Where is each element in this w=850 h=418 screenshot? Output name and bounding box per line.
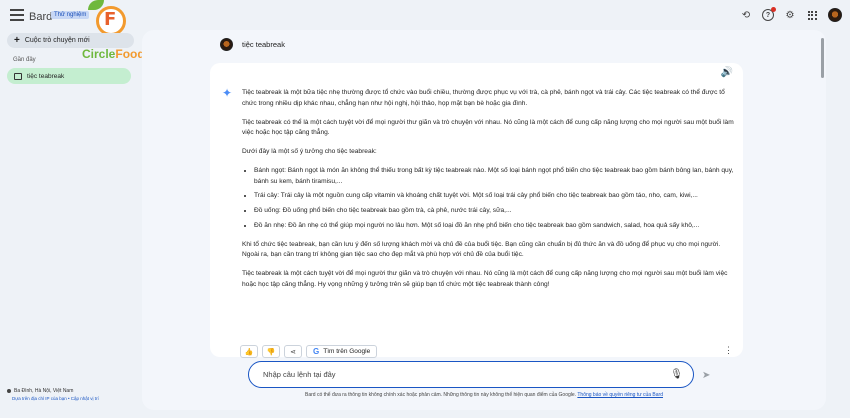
response-paragraph: Tiệc teabreak là một cách tuyệt vời để m… (242, 270, 728, 288)
settings-icon[interactable]: ⚙ (784, 9, 796, 21)
location: Ba Đình, Hà Nội, Việt Nam (7, 388, 73, 394)
location-update-link[interactable]: Dựa trên địa chỉ IP của bạn • Cập nhật v… (12, 396, 99, 401)
avatar[interactable] (828, 8, 842, 22)
sidebar-item-label: tiệc teabreak (27, 72, 65, 80)
google-icon: G (313, 347, 320, 356)
brand-name: Bard (29, 11, 53, 23)
prompt-input-box[interactable]: 🎙 (248, 361, 694, 388)
disclaimer-text: Bard có thể đưa ra thông tin không chính… (305, 392, 577, 398)
response-actions: 👍 👎 ⋖ G Tìm trên Google (240, 345, 378, 358)
prompt-input[interactable] (263, 370, 663, 379)
logo-letter: F (104, 9, 117, 30)
privacy-link[interactable]: Thông báo về quyền riêng tư của Bard (577, 392, 663, 398)
location-text: Ba Đình, Hà Nội, Việt Nam (14, 388, 74, 394)
response-paragraph: Tiệc teabreak là một bữa tiệc nhẹ thường… (242, 89, 725, 107)
sidebar: + Cuộc trò chuyện mới Gần đây tiệc teabr… (0, 32, 140, 418)
share-icon[interactable]: ⋖ (284, 345, 302, 358)
plus-icon: + (14, 35, 20, 46)
scrollbar[interactable] (821, 38, 824, 78)
notification-dot (771, 7, 776, 12)
user-avatar (220, 38, 233, 51)
disclaimer: Bard có thể đưa ra thông tin không chính… (142, 392, 826, 398)
google-search-button[interactable]: G Tìm trên Google (306, 345, 378, 358)
main-panel: tiệc teabreak 🔊 ✦ Tiệc teabreak là một b… (142, 30, 826, 410)
thumbs-up-icon[interactable]: 👍 (240, 345, 258, 358)
google-search-label: Tìm trên Google (323, 348, 371, 355)
query-text: tiệc teabreak (242, 40, 285, 49)
response-paragraph: Dưới đây là một số ý tưởng cho tiệc teab… (242, 148, 377, 156)
list-item: Đồ uống: Đồ uống phổ biến cho tiệc teabr… (254, 206, 734, 217)
chat-icon (14, 72, 22, 80)
speaker-icon[interactable]: 🔊 (721, 67, 733, 78)
ideas-list: Bánh ngọt: Bánh ngọt là món ăn không thể… (254, 166, 734, 231)
response-text: Tiệc teabreak là một bữa tiệc nhẹ thường… (242, 88, 734, 299)
new-chat-button[interactable]: + Cuộc trò chuyện mới (7, 33, 134, 48)
more-options-icon[interactable]: ⋮ (724, 345, 733, 356)
response-paragraph: Khi tổ chức tiệc teabreak, bạn cần lưu ý… (242, 240, 721, 259)
mic-icon[interactable]: 🎙 (670, 369, 683, 380)
apps-icon[interactable] (806, 9, 818, 21)
user-query: tiệc teabreak (220, 38, 285, 51)
list-item: Đồ ăn nhẹ: Đồ ăn nhẹ có thể giúp mọi ngư… (254, 221, 734, 232)
menu-icon[interactable] (10, 9, 24, 23)
list-item: Bánh ngọt: Bánh ngọt là món ăn không thể… (254, 166, 734, 187)
recent-label: Gần đây (13, 57, 36, 63)
sidebar-item-teabreak[interactable]: tiệc teabreak (7, 68, 131, 84)
location-dot-icon (7, 389, 11, 393)
thumbs-down-icon[interactable]: 👎 (262, 345, 280, 358)
response-card: 🔊 ✦ Tiệc teabreak là một bữa tiệc nhẹ th… (210, 63, 743, 358)
help-icon[interactable]: ? (762, 7, 776, 21)
send-icon[interactable]: ➤ (702, 370, 710, 381)
new-chat-label: Cuộc trò chuyện mới (24, 37, 90, 44)
history-icon[interactable]: ⟲ (740, 9, 752, 21)
response-paragraph: Tiệc teabreak có thể là một cách tuyệt v… (242, 118, 734, 137)
bard-sparkle-icon: ✦ (222, 86, 233, 100)
list-item: Trái cây: Trái cây là một nguồn cung cấp… (254, 191, 734, 202)
